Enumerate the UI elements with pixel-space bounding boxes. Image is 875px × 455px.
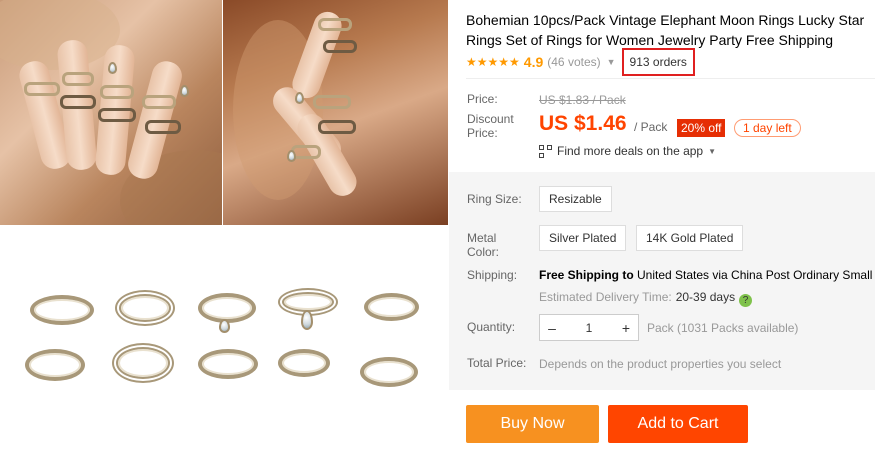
ring bbox=[364, 293, 419, 321]
ring-size-label: Ring Size: bbox=[467, 192, 522, 206]
divider bbox=[466, 78, 875, 79]
shipping-destination: United States via China Post Ordinary Sm… bbox=[633, 268, 873, 282]
ring bbox=[360, 357, 418, 387]
discount-price-label: Discount Price: bbox=[467, 112, 514, 140]
quantity-decrease-button[interactable]: – bbox=[540, 320, 564, 336]
discount-label-line: Discount bbox=[467, 112, 514, 126]
estimate-value: 20-39 days bbox=[675, 290, 736, 304]
shipping-label: Shipping: bbox=[467, 268, 518, 282]
chevron-down-icon[interactable]: ▼ bbox=[607, 57, 616, 67]
quantity-input[interactable]: 1 bbox=[564, 321, 614, 335]
total-price-value: Depends on the product properties you se… bbox=[539, 357, 782, 371]
ring bbox=[98, 108, 136, 122]
product-title-line: Rings Set of Rings for Women Jewelry Par… bbox=[466, 32, 834, 48]
price-label: Price: bbox=[467, 92, 498, 106]
gem bbox=[108, 62, 117, 74]
ring bbox=[198, 349, 258, 379]
product-gallery bbox=[0, 0, 448, 455]
product-title-line: Bohemian 10pcs/Pack Vintage Elephant Moo… bbox=[466, 12, 865, 28]
gem bbox=[287, 150, 296, 162]
product-photo-hand-right[interactable] bbox=[223, 0, 448, 225]
rating-row: ★★★★★ 4.9 (46 votes) ▼ 913 orders bbox=[466, 48, 695, 76]
delivery-estimate: Estimated Delivery Time: 20-39 days? bbox=[539, 290, 753, 307]
ring bbox=[323, 40, 357, 53]
ring bbox=[198, 293, 256, 323]
total-price-label: Total Price: bbox=[467, 356, 527, 370]
buy-now-button[interactable]: Buy Now bbox=[466, 405, 599, 443]
quantity-stepper: – 1 + bbox=[539, 314, 639, 341]
metal-label-line: Metal bbox=[467, 231, 497, 245]
qr-code-icon bbox=[539, 144, 552, 158]
ring bbox=[25, 349, 85, 381]
metal-color-label: Metal Color: bbox=[467, 231, 499, 259]
discount-label-line: Price: bbox=[467, 126, 498, 140]
current-price: US $1.46 bbox=[539, 112, 627, 135]
product-title[interactable]: Bohemian 10pcs/Pack Vintage Elephant Moo… bbox=[466, 10, 875, 50]
orders-count: 913 orders bbox=[621, 48, 695, 76]
ring bbox=[100, 85, 134, 99]
original-price: US $1.83 / Pack bbox=[539, 93, 626, 107]
gem bbox=[301, 310, 313, 330]
ring bbox=[278, 349, 330, 377]
ring bbox=[313, 95, 351, 109]
product-info: Bohemian 10pcs/Pack Vintage Elephant Moo… bbox=[466, 0, 875, 455]
metal-option-silver[interactable]: Silver Plated bbox=[539, 225, 627, 251]
quantity-label: Quantity: bbox=[467, 320, 516, 334]
quantity-increase-button[interactable]: + bbox=[614, 320, 638, 336]
question-icon[interactable]: ? bbox=[739, 294, 753, 307]
app-deals-link[interactable]: Find more deals on the app ▼ bbox=[539, 144, 716, 158]
app-deals-text: Find more deals on the app bbox=[557, 144, 704, 158]
product-photo-rings-set[interactable] bbox=[0, 225, 448, 455]
ring-size-option-resizable[interactable]: Resizable bbox=[539, 186, 612, 212]
shipping-method[interactable]: Free Shipping to United States via China… bbox=[539, 268, 872, 282]
free-shipping-text: Free Shipping to bbox=[539, 268, 634, 282]
star-rating-icon: ★★★★★ bbox=[466, 55, 520, 69]
rating-value: 4.9 bbox=[523, 54, 544, 70]
ring bbox=[115, 290, 175, 326]
ring bbox=[318, 120, 356, 134]
add-to-cart-button[interactable]: Add to Cart bbox=[608, 405, 748, 443]
gem bbox=[180, 85, 189, 97]
chevron-down-icon: ▼ bbox=[708, 146, 717, 156]
time-left-badge: 1 day left bbox=[734, 119, 801, 137]
ring bbox=[60, 95, 96, 109]
ring bbox=[30, 295, 94, 325]
ring bbox=[142, 95, 176, 109]
estimate-label: Estimated Delivery Time: bbox=[539, 290, 672, 304]
ring bbox=[112, 343, 174, 383]
ring bbox=[145, 120, 181, 134]
ring bbox=[318, 18, 352, 31]
availability-text: Pack (1031 Packs available) bbox=[647, 321, 799, 335]
metal-label-line: Color: bbox=[467, 245, 500, 259]
ring bbox=[62, 72, 94, 86]
gem bbox=[219, 319, 230, 333]
ring bbox=[24, 82, 60, 96]
metal-option-gold[interactable]: 14K Gold Plated bbox=[636, 225, 744, 251]
votes-link[interactable]: (46 votes) bbox=[547, 55, 600, 69]
price-unit: / Pack bbox=[634, 120, 668, 134]
gem bbox=[295, 92, 304, 104]
discount-badge: 20% off bbox=[677, 119, 726, 137]
product-photo-hand-left[interactable] bbox=[0, 0, 222, 225]
